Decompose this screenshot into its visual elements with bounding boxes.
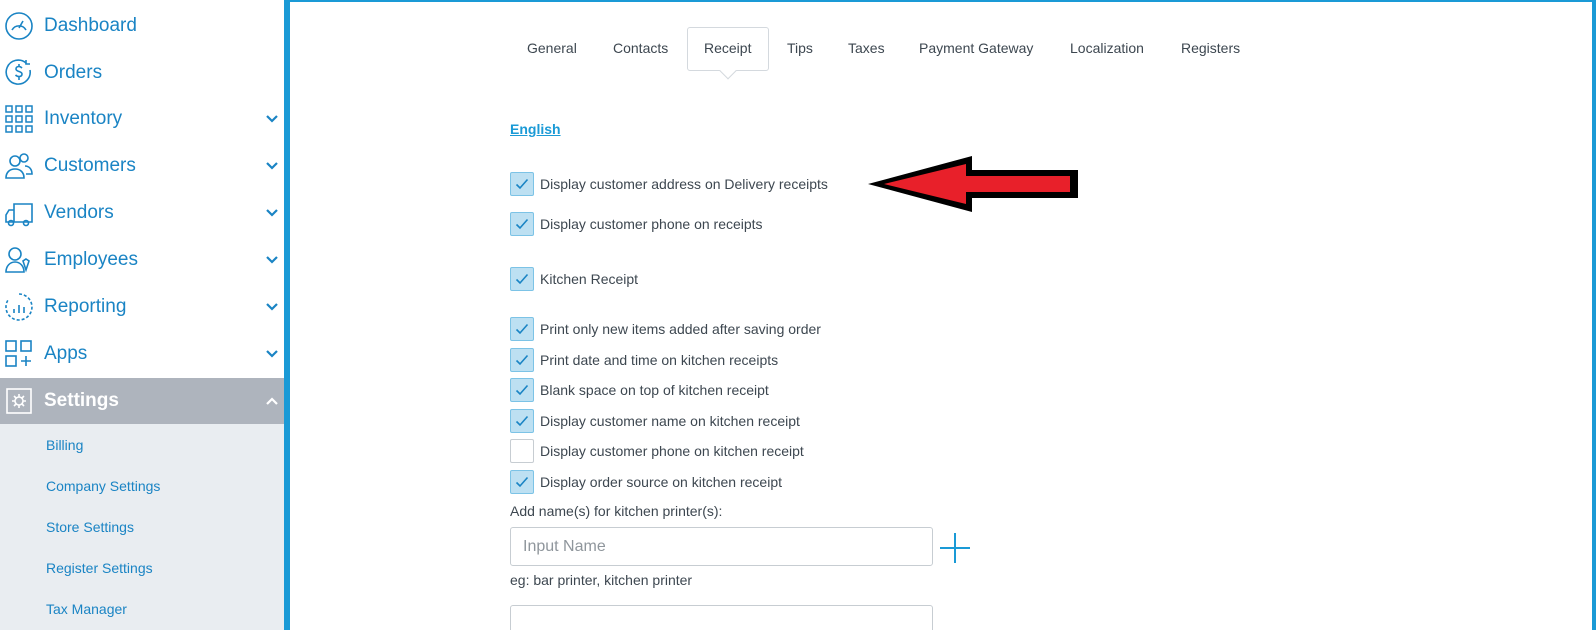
nav-label: Employees bbox=[44, 249, 138, 270]
checkbox[interactable] bbox=[510, 378, 534, 402]
checkbox[interactable] bbox=[510, 348, 534, 372]
submenu-register-settings[interactable]: Register Settings bbox=[46, 560, 153, 576]
checkbox-row: Blank space on top of kitchen receipt bbox=[510, 378, 769, 402]
nav-customers[interactable]: Customers bbox=[0, 143, 284, 189]
nav-label: Apps bbox=[44, 343, 88, 364]
check-icon bbox=[515, 323, 529, 335]
checkbox-label: Display customer name on kitchen receipt bbox=[540, 413, 800, 429]
nav-label: Vendors bbox=[44, 202, 114, 223]
chevron-down-icon bbox=[266, 162, 278, 170]
nav-employees[interactable]: Employees bbox=[0, 237, 284, 283]
checkbox-row: Display customer name on kitchen receipt bbox=[510, 409, 800, 433]
checkbox-label: Print date and time on kitchen receipts bbox=[540, 352, 779, 368]
checkbox-row: Display customer phone on receipts bbox=[510, 212, 763, 236]
grid-icon bbox=[5, 105, 33, 133]
checkbox[interactable] bbox=[510, 409, 534, 433]
check-icon bbox=[515, 218, 529, 230]
gear-icon bbox=[6, 388, 32, 414]
tab-registers[interactable]: Registers bbox=[1181, 40, 1240, 56]
checkbox-row: Print date and time on kitchen receipts bbox=[510, 348, 778, 372]
check-icon bbox=[515, 178, 529, 190]
employee-icon bbox=[5, 247, 30, 273]
chevron-down-icon bbox=[266, 256, 278, 264]
chevron-down-icon bbox=[266, 209, 278, 217]
check-icon bbox=[515, 476, 529, 488]
submenu-billing[interactable]: Billing bbox=[46, 437, 83, 453]
submenu-tax-manager[interactable]: Tax Manager bbox=[46, 601, 127, 617]
nav-inventory[interactable]: Inventory bbox=[0, 96, 284, 142]
checkbox[interactable] bbox=[510, 470, 534, 494]
chevron-up-icon bbox=[266, 397, 278, 405]
chevron-down-icon bbox=[266, 303, 278, 311]
tab-receipt[interactable]: Receipt bbox=[704, 40, 751, 56]
nav-label: Dashboard bbox=[44, 15, 137, 36]
submenu-store-settings[interactable]: Store Settings bbox=[46, 519, 134, 535]
submenu-company-settings[interactable]: Company Settings bbox=[46, 478, 160, 494]
checkbox-label: Display customer phone on kitchen receip… bbox=[540, 443, 804, 459]
apps-icon bbox=[5, 340, 32, 367]
tab-payment-gateway[interactable]: Payment Gateway bbox=[919, 40, 1033, 56]
settings-submenu: Billing Company Settings Store Settings … bbox=[0, 424, 284, 630]
checkbox[interactable] bbox=[510, 172, 534, 196]
checkbox-label: Print only new items added after saving … bbox=[540, 321, 821, 337]
tab-taxes[interactable]: Taxes bbox=[848, 40, 885, 56]
nav-label: Inventory bbox=[44, 108, 123, 129]
checkbox[interactable] bbox=[510, 439, 534, 463]
tab-contacts[interactable]: Contacts bbox=[613, 40, 668, 56]
add-printer-plus-icon[interactable] bbox=[938, 531, 972, 565]
printer-name-input[interactable] bbox=[510, 527, 933, 566]
checkbox[interactable] bbox=[510, 317, 534, 341]
red-arrow-annotation bbox=[868, 156, 1078, 212]
checkbox-row: Kitchen Receipt bbox=[510, 267, 638, 291]
truck-icon bbox=[5, 203, 33, 227]
second-printer-input[interactable] bbox=[510, 605, 933, 630]
chevron-down-icon bbox=[266, 115, 278, 123]
dollar-refresh-icon bbox=[5, 59, 31, 85]
nav-apps[interactable]: Apps bbox=[0, 331, 284, 377]
language-link[interactable]: English bbox=[510, 121, 561, 137]
right-border bbox=[1592, 0, 1596, 630]
nav-label: Customers bbox=[44, 155, 136, 176]
nav-reporting[interactable]: Reporting bbox=[0, 284, 284, 330]
checkbox-label: Display customer phone on receipts bbox=[540, 216, 763, 232]
printer-field-hint: eg: bar printer, kitchen printer bbox=[510, 572, 693, 588]
checkbox-row: Display customer address on Delivery rec… bbox=[510, 172, 828, 196]
tab-localization[interactable]: Localization bbox=[1070, 40, 1144, 56]
checkbox-label: Blank space on top of kitchen receipt bbox=[540, 382, 769, 398]
checkbox[interactable] bbox=[510, 212, 534, 236]
checkbox-label: Display customer address on Delivery rec… bbox=[540, 176, 828, 192]
gauge-icon bbox=[5, 12, 33, 40]
nav-label: Settings bbox=[44, 390, 119, 411]
top-border bbox=[290, 0, 1596, 2]
chart-circle-icon bbox=[5, 293, 33, 321]
printer-field-label: Add name(s) for kitchen printer(s): bbox=[510, 503, 723, 519]
checkbox-label: Kitchen Receipt bbox=[540, 271, 639, 287]
checkbox-label: Display order source on kitchen receipt bbox=[540, 474, 783, 490]
tab-general[interactable]: General bbox=[527, 40, 577, 56]
nav-dashboard[interactable]: Dashboard bbox=[0, 3, 284, 49]
sidebar: Dashboard Orders Inventory Customers Ven… bbox=[0, 0, 290, 630]
users-icon bbox=[5, 153, 33, 179]
checkbox-row: Display customer phone on kitchen receip… bbox=[510, 439, 804, 463]
chevron-down-icon bbox=[266, 350, 278, 358]
nav-settings[interactable]: Settings bbox=[0, 378, 284, 424]
checkbox[interactable] bbox=[510, 267, 534, 291]
checkbox-row: Print only new items added after saving … bbox=[510, 317, 821, 341]
check-icon bbox=[515, 354, 529, 366]
checkbox-row: Display order source on kitchen receipt bbox=[510, 470, 782, 494]
nav-vendors[interactable]: Vendors bbox=[0, 190, 284, 236]
check-icon bbox=[515, 415, 529, 427]
nav-orders[interactable]: Orders bbox=[0, 50, 284, 96]
check-icon bbox=[515, 273, 529, 285]
sidebar-edge bbox=[284, 0, 290, 630]
check-icon bbox=[515, 384, 529, 396]
nav-label: Orders bbox=[44, 62, 103, 83]
tab-tips[interactable]: Tips bbox=[787, 40, 813, 56]
nav-label: Reporting bbox=[44, 296, 127, 317]
